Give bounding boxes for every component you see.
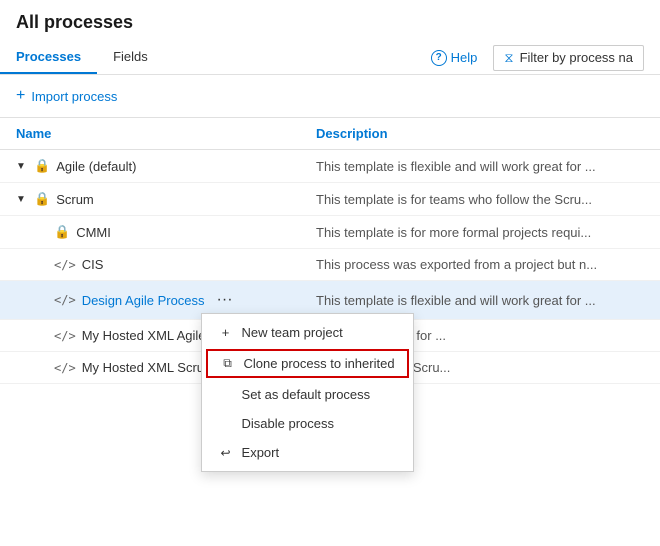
column-description: Description [300,118,660,150]
menu-item-clone-process[interactable]: ⧉ Clone process to inherited [206,349,409,378]
plus-icon: + [218,325,234,340]
menu-item-set-default[interactable]: Set as default process [202,380,413,409]
menu-item-label: Export [242,445,280,460]
lock-icon: 🔒 [34,191,50,207]
table-row: ▼ </> Design Agile Process ··· + New tea… [0,281,660,320]
chevron-icon[interactable]: ▼ [16,194,28,205]
page-title: All processes [16,12,644,33]
ellipsis-button[interactable]: ··· [211,289,239,311]
help-label: Help [451,50,478,65]
row-name-label: My Hosted XML Agile [82,328,206,343]
table-row: ▼ 🔒 CMMI This template is for more forma… [0,216,660,249]
import-process-button[interactable]: + Import process [16,83,117,109]
export-icon: ↩ [218,446,234,460]
menu-item-disable-process[interactable]: Disable process [202,409,413,438]
table-row: ▼ 🔒 Scrum This template is for teams who… [0,183,660,216]
row-description: This template is for more formal project… [316,225,591,240]
filter-icon: ⧖ [504,50,513,66]
menu-item-label: Clone process to inherited [244,356,395,371]
code-icon: </> [54,258,76,272]
filter-button[interactable]: ⧖ Filter by process na [493,45,644,71]
lock-icon: 🔒 [34,158,50,174]
row-description: This template is for teams who follow th… [316,192,592,207]
row-description: This process was exported from a project… [316,257,597,272]
chevron-icon[interactable]: ▼ [16,161,28,172]
help-icon: ? [431,50,447,66]
table-row: ▼ </> CIS This process was exported from… [0,249,660,281]
menu-item-export[interactable]: ↩ Export [202,438,413,467]
table-row: ▼ 🔒 Agile (default) This template is fle… [0,150,660,183]
lock-icon: 🔒 [54,224,70,240]
row-description: This template is flexible and will work … [316,159,596,174]
menu-item-new-team-project[interactable]: + New team project [202,318,413,347]
processes-table: Name Description ▼ 🔒 Agile (default) Thi… [0,118,660,384]
tab-processes[interactable]: Processes [0,41,97,74]
tab-bar: Processes Fields [0,41,164,74]
menu-item-label: New team project [242,325,343,340]
plus-icon: + [16,87,25,105]
row-name-label: Agile (default) [56,159,136,174]
toolbar: + Import process [0,75,660,118]
row-name-link[interactable]: Design Agile Process [82,293,205,308]
import-label: Import process [31,89,117,104]
row-name-label: My Hosted XML Scrum [82,360,215,375]
code-icon: </> [54,361,76,375]
code-icon: </> [54,329,76,343]
row-name-label: CMMI [76,225,111,240]
context-menu: + New team project ⧉ Clone process to in… [201,313,414,472]
menu-item-label: Disable process [242,416,335,431]
row-description: This template is flexible and will work … [316,293,596,308]
row-name-label: CIS [82,257,104,272]
column-name: Name [0,118,300,150]
page-header: All processes Processes Fields ? Help ⧖ … [0,0,660,75]
tab-fields[interactable]: Fields [97,41,164,74]
row-actions: ··· + New team project ⧉ Clone process t… [211,289,239,311]
clone-icon: ⧉ [220,356,236,371]
menu-item-label: Set as default process [242,387,371,402]
code-icon: </> [54,293,76,307]
filter-label: Filter by process na [520,50,633,65]
top-actions: ? Help ⧖ Filter by process na [431,45,644,71]
help-link[interactable]: ? Help [431,50,478,66]
row-name-label: Scrum [56,192,94,207]
